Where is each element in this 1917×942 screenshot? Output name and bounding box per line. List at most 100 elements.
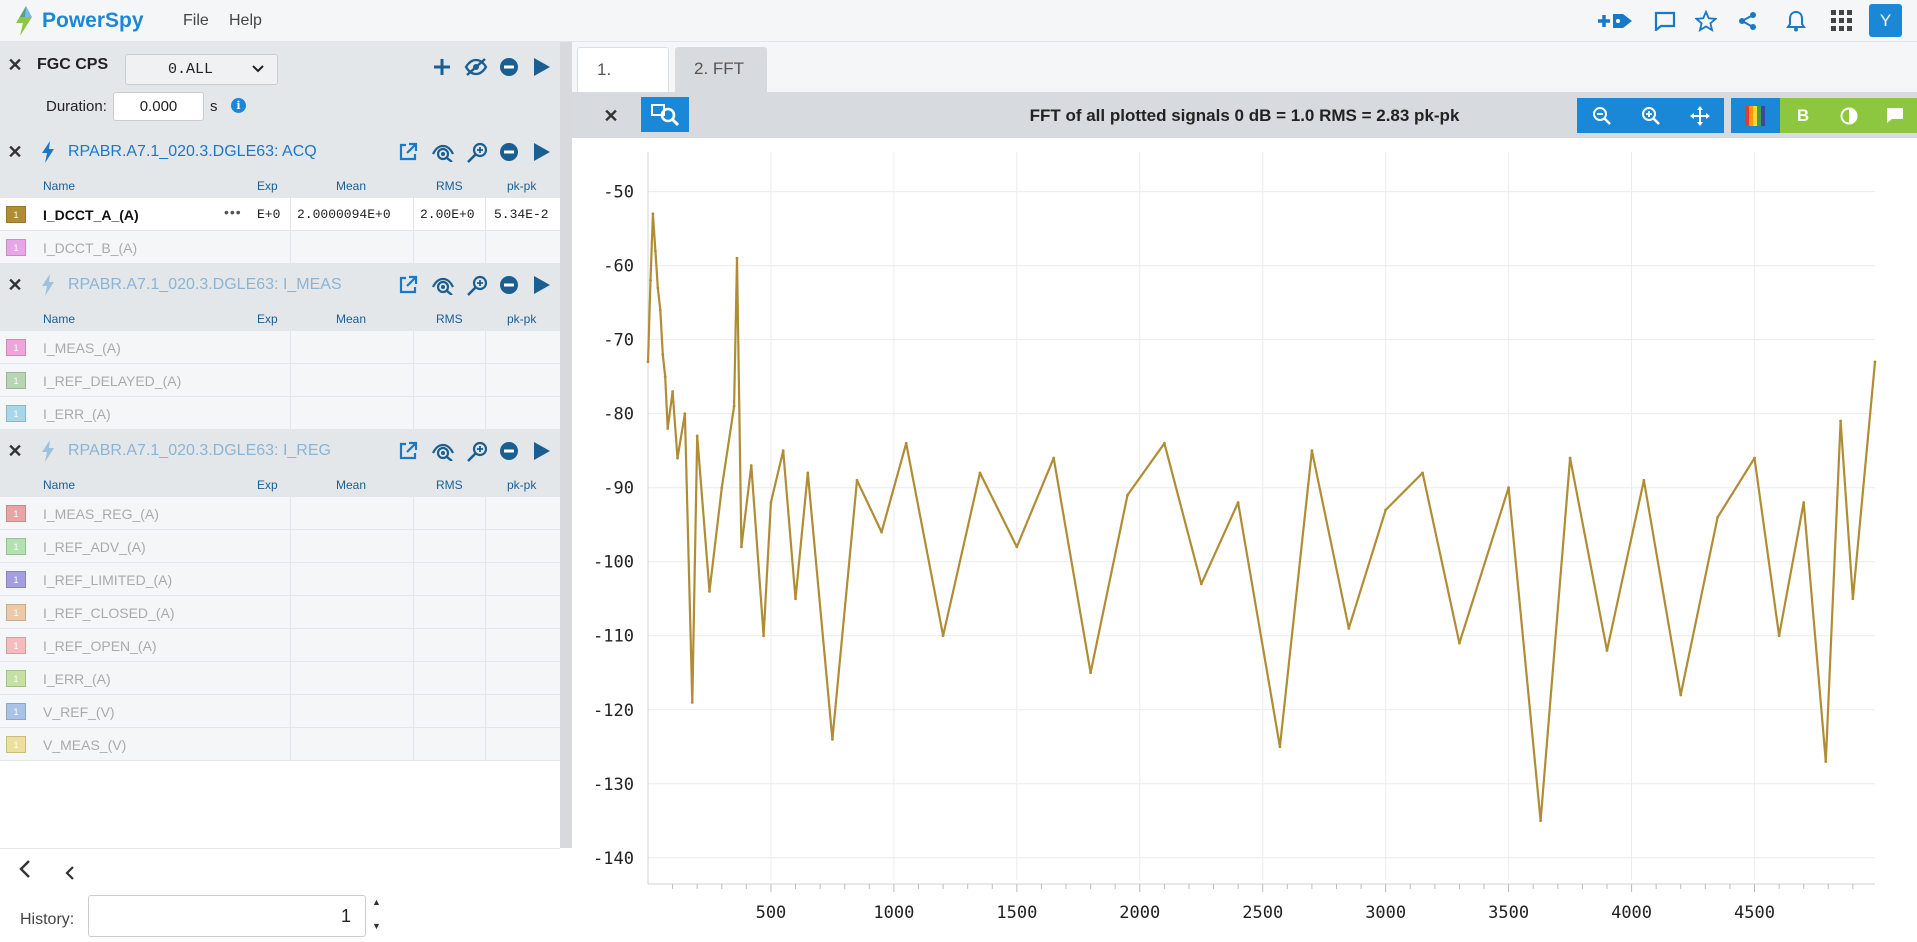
- close-icon[interactable]: ✕: [5, 441, 25, 461]
- view-signals-icon[interactable]: [430, 272, 456, 298]
- signal-name[interactable]: I_REF_ADV_(A): [43, 539, 146, 555]
- menu-help[interactable]: Help: [229, 12, 262, 30]
- signal-row[interactable]: 1 I_ERR_(A): [0, 662, 560, 695]
- play-icon[interactable]: [529, 139, 555, 165]
- cycle-selector[interactable]: 0.ALL: [125, 54, 278, 85]
- column-header-rms[interactable]: RMS: [436, 473, 463, 497]
- play-icon[interactable]: [529, 54, 555, 80]
- signal-name[interactable]: V_REF_(V): [43, 704, 115, 720]
- zoom-signals-icon[interactable]: [465, 139, 491, 165]
- play-icon[interactable]: [529, 272, 555, 298]
- signal-color-swatch[interactable]: 1: [6, 604, 26, 621]
- color-palette-button[interactable]: [1731, 98, 1780, 133]
- signal-row[interactable]: 1 I_REF_CLOSED_(A): [0, 596, 560, 629]
- signal-row[interactable]: 1 I_DCCT_A_(A) ••• E+0 2.0000094E+0 2.00E+0 5.…: [0, 198, 560, 231]
- spin-down-icon[interactable]: ▼: [372, 921, 381, 931]
- signal-color-swatch[interactable]: 1: [6, 405, 26, 422]
- zoom-signals-icon[interactable]: [465, 272, 491, 298]
- signal-row[interactable]: 1 I_REF_ADV_(A): [0, 530, 560, 563]
- remove-icon[interactable]: [496, 272, 522, 298]
- signal-row[interactable]: 1 V_MEAS_(V): [0, 728, 560, 761]
- close-icon[interactable]: ✕: [5, 275, 25, 295]
- open-external-icon[interactable]: [395, 139, 421, 165]
- device-title[interactable]: RPABR.A7.1_020.3.DGLE63: I_REG: [68, 442, 331, 460]
- signal-color-swatch[interactable]: 1: [6, 637, 26, 654]
- star-icon[interactable]: [1693, 9, 1719, 33]
- bold-button[interactable]: B: [1780, 98, 1826, 133]
- signal-name[interactable]: I_ERR_(A): [43, 406, 111, 422]
- contrast-button[interactable]: [1826, 98, 1872, 133]
- signal-row[interactable]: 1 I_MEAS_(A): [0, 331, 560, 364]
- column-header-name[interactable]: Name: [43, 473, 75, 497]
- brand[interactable]: PowerSpy: [14, 6, 144, 36]
- column-header-mean[interactable]: Mean: [336, 473, 366, 497]
- remove-icon[interactable]: [496, 438, 522, 464]
- zoom-out-button[interactable]: [1577, 98, 1626, 133]
- add-icon[interactable]: [429, 54, 455, 80]
- signal-color-swatch[interactable]: 1: [6, 538, 26, 555]
- signal-name[interactable]: I_ERR_(A): [43, 671, 111, 687]
- signal-row[interactable]: 1 I_DCCT_B_(A): [0, 231, 560, 264]
- chevron-left-icon[interactable]: [64, 861, 76, 887]
- column-header-rms[interactable]: RMS: [436, 307, 463, 331]
- signal-row[interactable]: 1 I_REF_OPEN_(A): [0, 629, 560, 662]
- fft-chart[interactable]: 500 1000 1500 2000 2500 3000 3500 4000 4500 -50 -6…: [572, 138, 1917, 937]
- signal-row[interactable]: 1 V_REF_(V): [0, 695, 560, 728]
- column-header-rms[interactable]: RMS: [436, 174, 463, 198]
- view-signals-icon[interactable]: [430, 438, 456, 464]
- comment-icon[interactable]: [1652, 9, 1678, 33]
- apps-grid-icon[interactable]: [1829, 9, 1855, 33]
- signal-name[interactable]: I_MEAS_(A): [43, 340, 121, 356]
- column-header-exp[interactable]: Exp: [257, 174, 278, 198]
- signal-name[interactable]: I_REF_DELAYED_(A): [43, 373, 181, 389]
- hide-icon[interactable]: [463, 54, 489, 80]
- signal-name[interactable]: I_REF_LIMITED_(A): [43, 572, 172, 588]
- close-icon[interactable]: ✕: [5, 55, 25, 75]
- bell-icon[interactable]: [1783, 9, 1809, 33]
- menu-file[interactable]: File: [183, 12, 209, 30]
- remove-icon[interactable]: [496, 54, 522, 80]
- annotation-button[interactable]: [1872, 98, 1917, 133]
- pan-button[interactable]: [1675, 98, 1724, 133]
- signal-name[interactable]: V_MEAS_(V): [43, 737, 126, 753]
- column-header-exp[interactable]: Exp: [257, 307, 278, 331]
- spin-up-icon[interactable]: ▲: [372, 897, 381, 907]
- open-external-icon[interactable]: [395, 438, 421, 464]
- collapse-panel-icon[interactable]: [18, 859, 32, 885]
- share-icon[interactable]: [1735, 9, 1761, 33]
- user-avatar[interactable]: Y: [1869, 4, 1902, 37]
- more-options-icon[interactable]: •••: [224, 204, 242, 220]
- column-header-name[interactable]: Name: [43, 307, 75, 331]
- signal-row[interactable]: 1 I_REF_LIMITED_(A): [0, 563, 560, 596]
- add-tag-icon[interactable]: [1595, 9, 1637, 33]
- signal-color-swatch[interactable]: 1: [6, 372, 26, 389]
- info-icon[interactable]: i: [231, 98, 246, 113]
- signal-color-swatch[interactable]: 1: [6, 703, 26, 720]
- column-header-exp[interactable]: Exp: [257, 473, 278, 497]
- tab-raw[interactable]: 1. Raw: [577, 47, 669, 123]
- column-header-pkpk[interactable]: pk-pk: [507, 174, 536, 198]
- signal-color-swatch[interactable]: 1: [6, 571, 26, 588]
- signal-color-swatch[interactable]: 1: [6, 206, 26, 223]
- signal-color-swatch[interactable]: 1: [6, 736, 26, 753]
- signal-name[interactable]: I_DCCT_A_(A): [43, 207, 139, 223]
- zoom-in-button[interactable]: [1626, 98, 1675, 133]
- panel-splitter[interactable]: [560, 42, 572, 848]
- signal-color-swatch[interactable]: 1: [6, 670, 26, 687]
- device-title[interactable]: RPABR.A7.1_020.3.DGLE63: I_MEAS: [68, 276, 342, 294]
- signal-row[interactable]: 1 I_ERR_(A): [0, 397, 560, 430]
- column-header-mean[interactable]: Mean: [336, 307, 366, 331]
- signal-name[interactable]: I_DCCT_B_(A): [43, 240, 137, 256]
- open-external-icon[interactable]: [395, 272, 421, 298]
- view-signals-icon[interactable]: [430, 139, 456, 165]
- fft-plot[interactable]: 500 1000 1500 2000 2500 3000 3500 4000 4500 -50 -6…: [572, 138, 1917, 937]
- signal-name[interactable]: I_REF_OPEN_(A): [43, 638, 157, 654]
- signal-row[interactable]: 1 I_REF_DELAYED_(A): [0, 364, 560, 397]
- signal-name[interactable]: I_MEAS_REG_(A): [43, 506, 159, 522]
- signal-color-swatch[interactable]: 1: [6, 339, 26, 356]
- history-input[interactable]: 1: [88, 895, 366, 937]
- column-header-pkpk[interactable]: pk-pk: [507, 307, 536, 331]
- device-title[interactable]: RPABR.A7.1_020.3.DGLE63: ACQ: [68, 143, 317, 161]
- zoom-signals-icon[interactable]: [465, 438, 491, 464]
- remove-icon[interactable]: [496, 139, 522, 165]
